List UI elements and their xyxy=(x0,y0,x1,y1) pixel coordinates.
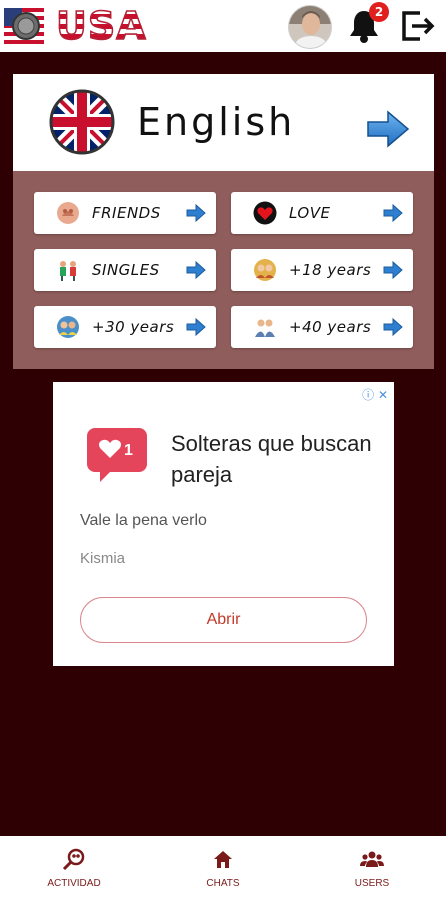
ad-open-button[interactable]: Abrir xyxy=(80,597,367,643)
uk-flag-icon xyxy=(49,89,115,155)
category-friends-button[interactable]: FRIENDS xyxy=(34,192,216,234)
profile-photo-icon xyxy=(289,6,331,48)
top-bar: USA 2 xyxy=(0,0,446,52)
nav-users[interactable]: USERS xyxy=(312,836,432,900)
arrow-right-icon[interactable] xyxy=(366,110,410,148)
language-label: English xyxy=(137,100,296,144)
couple-icon xyxy=(255,319,275,337)
couple-icon xyxy=(254,259,276,281)
users-icon xyxy=(360,851,384,867)
ad-subtitle: Vale la pena verlo xyxy=(80,512,207,529)
category-singles-button[interactable]: SINGLES xyxy=(34,249,216,291)
arrow-right-icon xyxy=(383,204,403,222)
arrow-right-icon xyxy=(186,204,206,222)
ad-app-logo-icon xyxy=(87,428,147,482)
category-label: +40 years xyxy=(289,318,372,336)
singles-icon xyxy=(60,261,76,281)
notification-count-badge: 2 xyxy=(369,2,389,22)
language-selector[interactable]: English xyxy=(13,74,434,171)
avatar[interactable] xyxy=(288,5,332,49)
arrow-right-icon xyxy=(383,318,403,336)
category-30-button[interactable]: +30 years xyxy=(34,306,216,348)
logout-icon[interactable] xyxy=(400,9,436,43)
heart-icon xyxy=(253,201,277,225)
ad-advertiser: Kismia xyxy=(80,550,126,567)
ad-choices-icon[interactable]: ⓘ ✕ xyxy=(362,386,388,403)
category-18-button[interactable]: +18 years xyxy=(231,249,413,291)
category-label: FRIENDS xyxy=(92,204,161,222)
arrow-right-icon xyxy=(383,261,403,279)
friends-icon xyxy=(57,202,79,224)
ad-logo-count: 1 xyxy=(124,442,133,459)
nav-actividad[interactable]: ACTIVIDAD xyxy=(14,836,134,900)
bottom-navigation: ACTIVIDAD CHATS USERS xyxy=(0,836,446,900)
category-label: +30 years xyxy=(92,318,175,336)
advertisement[interactable]: ⓘ ✕ 1 Solteras que buscan pareja Vale la… xyxy=(53,382,394,666)
category-label: SINGLES xyxy=(92,261,160,279)
nav-label: CHATS xyxy=(206,878,240,889)
category-label: +18 years xyxy=(289,261,372,279)
usa-flag-badge-icon[interactable] xyxy=(4,6,44,46)
country-title: USA xyxy=(55,3,147,49)
categories-panel: FRIENDS LOVE SINGLES +18 years +30 years… xyxy=(13,171,434,369)
category-label: LOVE xyxy=(289,204,331,222)
couple-icon xyxy=(57,316,79,338)
home-icon xyxy=(214,851,232,868)
arrow-right-icon xyxy=(186,261,206,279)
ad-title: Solteras que buscan pareja xyxy=(171,431,372,487)
category-love-button[interactable]: LOVE xyxy=(231,192,413,234)
category-40-button[interactable]: +40 years xyxy=(231,306,413,348)
nav-label: ACTIVIDAD xyxy=(47,878,101,889)
arrow-right-icon xyxy=(186,318,206,336)
nav-chats[interactable]: CHATS xyxy=(163,836,283,900)
nav-label: USERS xyxy=(354,878,390,889)
activity-search-icon xyxy=(62,848,85,870)
